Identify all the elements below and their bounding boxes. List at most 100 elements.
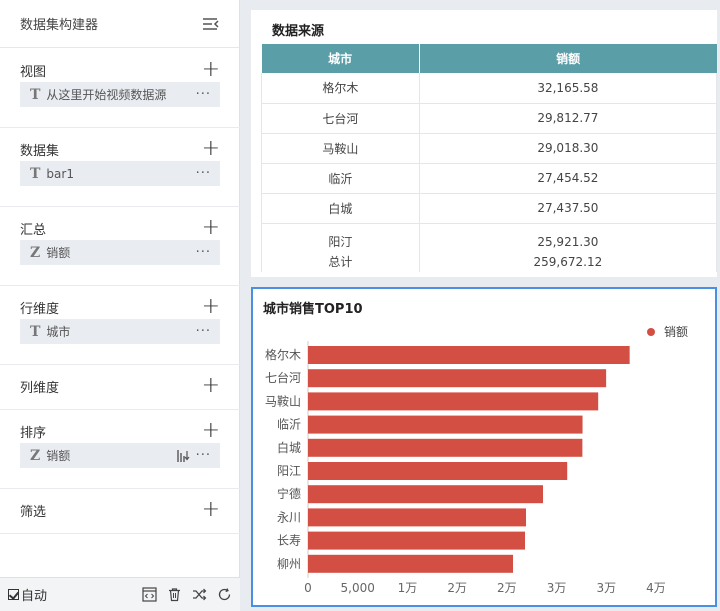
table-cell: 七台河	[261, 103, 420, 134]
y-tick-label: 格尔木	[265, 347, 301, 362]
table-cell: 27,437.50	[419, 193, 718, 224]
total-value: 259,672.12	[533, 254, 603, 269]
table-row: 马鞍山 29,018.30	[261, 133, 718, 164]
section-view-title: 视图	[20, 64, 47, 80]
table-cell: 32,165.58	[419, 73, 718, 104]
sort-field-chip[interactable]: Z 销额 ···	[20, 443, 220, 468]
data-source-table-card[interactable]: 数据来源 城市 销额 格尔木 32,165.58 七台河 29,812.77 马鞍山…	[251, 10, 718, 277]
more-options-icon[interactable]: ···	[196, 245, 211, 260]
add-view-icon[interactable]: +	[202, 59, 220, 81]
checkbox-checked-icon[interactable]	[8, 589, 19, 600]
bar[interactable]	[308, 485, 543, 504]
column-header-sales[interactable]: 销额	[419, 44, 717, 73]
section-summary-title: 汇总	[20, 222, 47, 238]
more-options-icon[interactable]: ···	[196, 448, 211, 463]
x-tick-label: 4万	[646, 581, 666, 595]
section-sort-title: 排序	[20, 425, 47, 441]
bar[interactable]	[308, 392, 599, 411]
row-dimension-field-chip[interactable]: T 城市 ···	[20, 319, 220, 344]
sort-field-name: 销额	[46, 449, 71, 463]
add-column-dimension-icon[interactable]: +	[202, 375, 220, 397]
x-tick-label: 1万	[398, 581, 418, 595]
table-cell: 格尔木	[261, 73, 420, 104]
bottom-toolbar: 自动	[0, 577, 240, 611]
trash-icon[interactable]	[167, 587, 182, 602]
y-tick-label: 柳州	[277, 557, 301, 571]
shuffle-icon[interactable]	[192, 587, 207, 602]
table-cell: 29,812.77	[419, 103, 718, 134]
bar[interactable]	[308, 415, 583, 434]
auto-label: 自动	[21, 589, 48, 604]
text-type-icon: T	[30, 86, 41, 103]
numeric-type-icon: Z	[30, 244, 41, 261]
section-view: 视图 + T 从这里开始视频数据源 ···	[0, 58, 240, 128]
table-cell-city-total: 阳汀 总计	[261, 223, 420, 272]
y-tick-label: 长寿	[277, 534, 301, 548]
column-header-city[interactable]: 城市	[261, 44, 420, 73]
code-icon[interactable]	[142, 587, 157, 602]
sort-descending-icon[interactable]	[176, 449, 190, 463]
section-filter: 筛选 +	[0, 498, 240, 534]
section-sort: 排序 + Z 销额 ···	[0, 419, 240, 489]
view-field-chip[interactable]: T 从这里开始视频数据源 ···	[20, 82, 220, 107]
table-row-with-total: 阳汀 总计 25,921.30 259,672.12	[261, 223, 718, 272]
bar[interactable]	[308, 346, 630, 364]
section-summary: 汇总 + Z 销额 ···	[0, 216, 240, 286]
collapse-panel-icon[interactable]	[202, 16, 220, 32]
summary-field-chip[interactable]: Z 销额 ···	[20, 240, 220, 265]
table-title: 数据来源	[272, 24, 325, 39]
bar[interactable]	[308, 462, 568, 480]
city-sales-chart-card[interactable]: 城市销售TOP10 销额 格尔木 七台河 马鞍山 临沂 白城 阳江 宁德 永川 长寿 柳州 0 5,0…	[251, 287, 717, 607]
bar[interactable]	[308, 508, 526, 527]
panel-header: 数据集构建器	[0, 0, 239, 48]
table-row: 格尔木 32,165.58	[261, 73, 718, 104]
bar-chart: 格尔木七台河马鞍山临沂白城阳江宁德永川长寿柳州0 5,000 1万 2万 2万 3万 3万 4…	[265, 341, 666, 595]
section-dataset: 数据集 + T bar1 ···	[0, 137, 240, 207]
add-filter-icon[interactable]: +	[202, 499, 220, 521]
y-tick-label: 马鞍山	[265, 393, 301, 408]
y-tick-label: 永川	[277, 510, 301, 524]
row-sales: 25,921.30	[537, 234, 599, 249]
panel-title: 数据集构建器	[20, 18, 99, 33]
section-column-dimension: 列维度 +	[0, 374, 240, 410]
table-row: 白城 27,437.50	[261, 193, 718, 224]
total-label: 总计	[328, 254, 353, 269]
bar[interactable]	[308, 438, 583, 457]
dataset-builder-panel: 数据集构建器 视图 + T 从这里开始视频数据源 ··· 数据集 + T bar…	[0, 0, 240, 611]
x-tick-label: 2万	[497, 581, 517, 595]
add-summary-icon[interactable]: +	[202, 217, 220, 239]
section-column-dimension-title: 列维度	[20, 380, 60, 396]
table-row: 临沂 27,454.52	[261, 163, 718, 194]
bar[interactable]	[308, 369, 607, 388]
y-tick-label: 临沂	[277, 418, 301, 432]
more-options-icon[interactable]: ···	[196, 324, 211, 339]
summary-field-name: 销额	[46, 246, 71, 260]
dataset-field-chip[interactable]: T bar1 ···	[20, 161, 220, 186]
bar[interactable]	[308, 554, 513, 573]
row-dimension-field-name: 城市	[46, 325, 71, 339]
auto-checkbox[interactable]: 自动	[8, 585, 47, 604]
view-field-name: 从这里开始视频数据源	[46, 88, 167, 102]
section-filter-title: 筛选	[20, 504, 47, 520]
table-cell: 27,454.52	[419, 163, 718, 194]
table-row: 七台河 29,812.77	[261, 103, 718, 134]
table-cell: 29,018.30	[419, 133, 718, 164]
add-row-dimension-icon[interactable]: +	[202, 296, 220, 318]
numeric-type-icon: Z	[30, 447, 41, 464]
text-type-icon: T	[30, 323, 41, 340]
table-cell-sales-total: 25,921.30 259,672.12	[419, 223, 718, 272]
more-options-icon[interactable]: ···	[196, 166, 211, 181]
x-tick-label: 0	[304, 581, 312, 595]
x-tick-label: 3万	[596, 581, 616, 595]
row-city: 阳汀	[328, 234, 353, 249]
add-dataset-icon[interactable]: +	[202, 138, 220, 160]
y-tick-label: 七台河	[265, 370, 301, 385]
more-options-icon[interactable]: ···	[196, 87, 211, 102]
add-sort-icon[interactable]: +	[202, 420, 220, 442]
y-tick-label: 阳江	[277, 464, 301, 478]
x-tick-label: 5,000	[341, 581, 375, 595]
table-cell: 白城	[261, 193, 420, 224]
y-tick-label: 白城	[277, 440, 301, 455]
refresh-icon[interactable]	[217, 587, 232, 602]
bar[interactable]	[308, 531, 525, 550]
